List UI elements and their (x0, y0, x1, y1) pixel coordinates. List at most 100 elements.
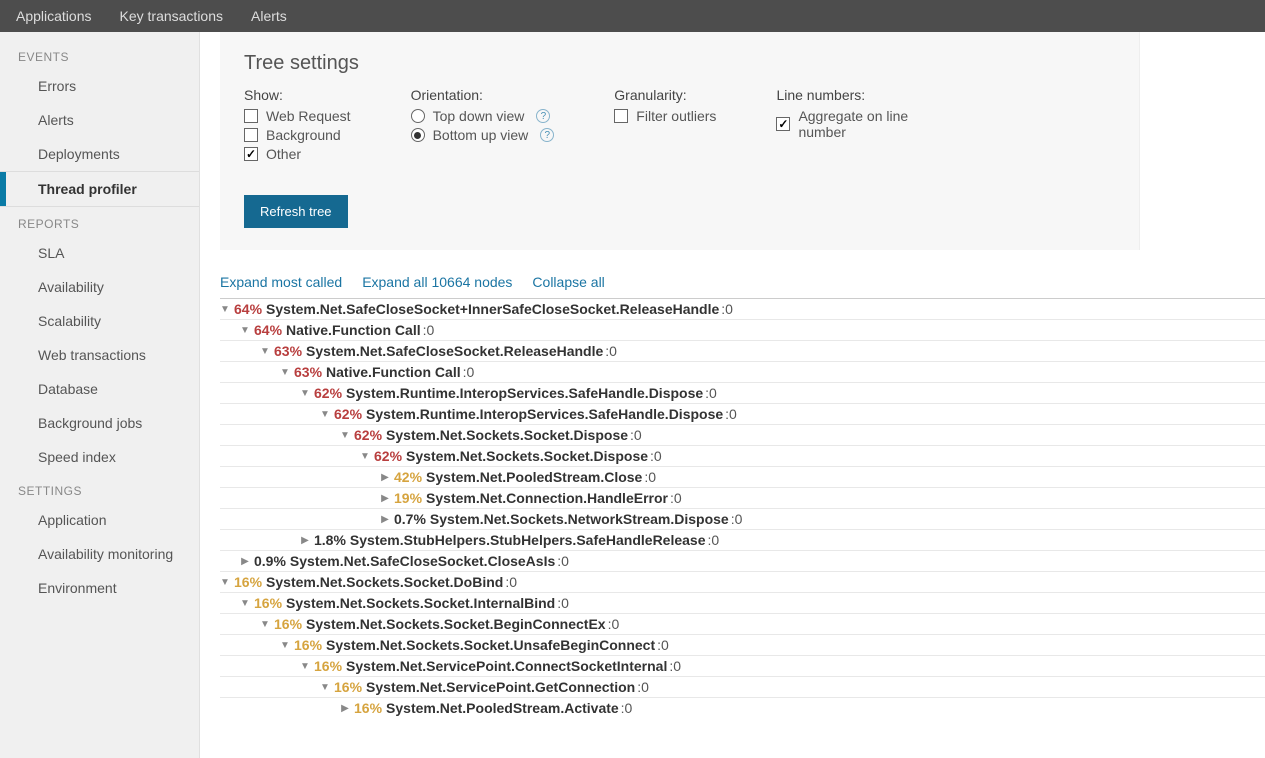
chevron-down-icon[interactable]: ▼ (240, 598, 250, 608)
expand-all-link[interactable]: Expand all 10664 nodes (362, 274, 512, 290)
chevron-right-icon[interactable]: ▶ (380, 493, 390, 503)
tree-node[interactable]: ▼16%System.Net.Sockets.Socket.BeginConne… (220, 613, 1265, 634)
chevron-down-icon[interactable]: ▼ (320, 409, 330, 419)
tree-node[interactable]: ▶42%System.Net.PooledStream.Close :0 (220, 466, 1265, 487)
sidebar-item-sla[interactable]: SLA (0, 236, 199, 270)
chevron-down-icon[interactable]: ▼ (220, 304, 230, 314)
chevron-down-icon[interactable]: ▼ (240, 325, 250, 335)
sidebar-item-availability[interactable]: Availability (0, 270, 199, 304)
tree-node-label: System.Net.Sockets.NetworkStream.Dispose (430, 511, 729, 527)
tree-node[interactable]: ▼63%Native.Function Call :0 (220, 361, 1265, 382)
sidebar-item-alerts[interactable]: Alerts (0, 103, 199, 137)
sidebar-item-speed-index[interactable]: Speed index (0, 440, 199, 474)
help-icon[interactable]: ? (536, 109, 550, 123)
tree-node[interactable]: ▼64%System.Net.SafeCloseSocket+InnerSafe… (220, 298, 1265, 319)
help-icon[interactable]: ? (540, 128, 554, 142)
tree-node[interactable]: ▶0.7%System.Net.Sockets.NetworkStream.Di… (220, 508, 1265, 529)
chevron-right-icon[interactable]: ▶ (240, 556, 250, 566)
tree-node[interactable]: ▼64%Native.Function Call :0 (220, 319, 1265, 340)
sidebar-item-deployments[interactable]: Deployments (0, 137, 199, 171)
chevron-down-icon[interactable]: ▼ (280, 367, 290, 377)
sidebar-item-background-jobs[interactable]: Background jobs (0, 406, 199, 440)
chevron-right-icon[interactable]: ▶ (300, 535, 310, 545)
show-background-checkbox[interactable]: Background (244, 127, 351, 143)
chevron-down-icon[interactable]: ▼ (300, 661, 310, 671)
refresh-tree-button[interactable]: Refresh tree (244, 195, 348, 228)
chevron-down-icon[interactable]: ▼ (300, 388, 310, 398)
tree-settings-panel: Tree settings Show: Web Request Backgrou… (220, 32, 1140, 250)
tree-node-suffix: :0 (463, 364, 475, 380)
topnav-applications[interactable]: Applications (12, 0, 106, 32)
tree-node[interactable]: ▼16%System.Net.ServicePoint.GetConnectio… (220, 676, 1265, 697)
tree-node-suffix: :0 (669, 658, 681, 674)
tree-node-label: System.Net.Sockets.Socket.InternalBind (286, 595, 555, 611)
chevron-right-icon[interactable]: ▶ (380, 514, 390, 524)
sidebar-item-database[interactable]: Database (0, 372, 199, 406)
sidebar-item-web-transactions[interactable]: Web transactions (0, 338, 199, 372)
tree-node-percent: 62% (354, 427, 382, 443)
topnav-alerts[interactable]: Alerts (237, 0, 301, 32)
tree-node-label: System.Net.ServicePoint.GetConnection (366, 679, 635, 695)
show-other-checkbox[interactable]: Other (244, 146, 351, 162)
sidebar-item-errors[interactable]: Errors (0, 69, 199, 103)
chevron-down-icon[interactable]: ▼ (340, 430, 350, 440)
tree-node[interactable]: ▼16%System.Net.Sockets.Socket.InternalBi… (220, 592, 1265, 613)
tree-node-percent: 63% (294, 364, 322, 380)
tree-node[interactable]: ▶ 1.8%System.StubHelpers.StubHelpers.Safe… (220, 529, 1265, 550)
expand-most-called-link[interactable]: Expand most called (220, 274, 342, 290)
chevron-down-icon[interactable]: ▼ (260, 346, 270, 356)
tree-node-suffix: :0 (605, 343, 617, 359)
tree-node[interactable]: ▼ 16%System.Net.Sockets.Socket.UnsafeBegi… (220, 634, 1265, 655)
tree-node[interactable]: ▼16%System.Net.Sockets.Socket.DoBind :0 (220, 571, 1265, 592)
tree-node-suffix: :0 (608, 616, 620, 632)
orientation-topdown-radio[interactable]: Top down view ? (411, 108, 555, 124)
collapse-all-link[interactable]: Collapse all (532, 274, 604, 290)
chevron-down-icon[interactable]: ▼ (260, 619, 270, 629)
chevron-down-icon[interactable]: ▼ (360, 451, 370, 461)
tree-node-suffix: :0 (670, 490, 682, 506)
sidebar-item-environment[interactable]: Environment (0, 571, 199, 605)
tree-node-label: System.StubHelpers.StubHelpers.SafeHandl… (350, 532, 706, 548)
tree-node-percent: 62% (374, 448, 402, 464)
sidebar-section-header: REPORTS (0, 207, 199, 236)
tree-node-label: System.Net.Sockets.Socket.BeginConnectEx (306, 616, 606, 632)
tree-node-suffix: :0 (721, 301, 733, 317)
tree-node[interactable]: ▼16%System.Net.ServicePoint.ConnectSocke… (220, 655, 1265, 676)
tree-node[interactable]: ▶16%System.Net.PooledStream.Activate :0 (220, 697, 1265, 718)
granularity-column: Granularity: Filter outliers (614, 87, 716, 165)
aggregate-checkbox[interactable]: Aggregate on line number (776, 108, 936, 140)
main-content: Tree settings Show: Web Request Backgrou… (200, 32, 1265, 758)
tree-node[interactable]: ▼62%System.Net.Sockets.Socket.Dispose :0 (220, 445, 1265, 466)
tree-node[interactable]: ▶0.9%System.Net.SafeCloseSocket.CloseAsI… (220, 550, 1265, 571)
orientation-bottomup-radio[interactable]: Bottom up view ? (411, 127, 555, 143)
sidebar-item-scalability[interactable]: Scalability (0, 304, 199, 338)
show-web-request-label: Web Request (266, 108, 351, 124)
sidebar-item-availability-monitoring[interactable]: Availability monitoring (0, 537, 199, 571)
tree-node-percent: 16% (294, 637, 322, 653)
chevron-right-icon[interactable]: ▶ (340, 703, 350, 713)
chevron-right-icon[interactable]: ▶ (380, 472, 390, 482)
show-web-request-checkbox[interactable]: Web Request (244, 108, 351, 124)
filter-outliers-checkbox[interactable]: Filter outliers (614, 108, 716, 124)
tree-node-percent: 16% (314, 658, 342, 674)
tree-node[interactable]: ▼62%System.Runtime.InteropServices.SafeH… (220, 382, 1265, 403)
tree-node[interactable]: ▼63%System.Net.SafeCloseSocket.ReleaseHa… (220, 340, 1265, 361)
tree-node-label: System.Net.PooledStream.Activate (386, 700, 619, 716)
tree-node-suffix: :0 (557, 553, 569, 569)
chevron-down-icon[interactable]: ▼ (320, 682, 330, 692)
topnav-key-transactions[interactable]: Key transactions (106, 0, 238, 32)
tree-node[interactable]: ▼62%System.Net.Sockets.Socket.Dispose :0 (220, 424, 1265, 445)
tree-node-percent: 1.8% (314, 532, 346, 548)
profiler-tree: ▼64%System.Net.SafeCloseSocket+InnerSafe… (200, 298, 1265, 758)
tree-node[interactable]: ▼62%System.Runtime.InteropServices.SafeH… (220, 403, 1265, 424)
tree-controls: Expand most called Expand all 10664 node… (200, 274, 1265, 298)
tree-node[interactable]: ▶19%System.Net.Connection.HandleError :0 (220, 487, 1265, 508)
sidebar-item-application[interactable]: Application (0, 503, 199, 537)
chevron-down-icon[interactable]: ▼ (220, 577, 230, 587)
chevron-down-icon[interactable]: ▼ (280, 640, 290, 650)
sidebar-item-thread-profiler[interactable]: Thread profiler (0, 171, 199, 207)
tree-node-label: System.Net.SafeCloseSocket.CloseAsIs (290, 553, 555, 569)
show-column: Show: Web Request Background Other (244, 87, 351, 165)
tree-node-suffix: :0 (505, 574, 517, 590)
tree-node-label: System.Net.Sockets.Socket.UnsafeBeginCon… (326, 637, 655, 653)
